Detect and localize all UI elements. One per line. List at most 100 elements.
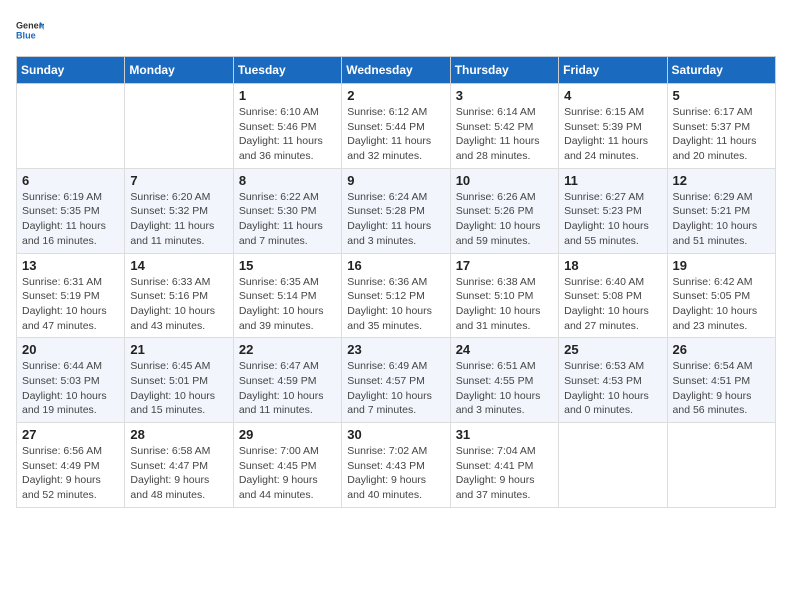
cell-detail: Sunrise: 6:14 AMSunset: 5:42 PMDaylight:… xyxy=(456,105,553,164)
cell-detail: Sunrise: 6:10 AMSunset: 5:46 PMDaylight:… xyxy=(239,105,336,164)
day-number: 12 xyxy=(673,173,770,188)
calendar-cell: 21 Sunrise: 6:45 AMSunset: 5:01 PMDayligh… xyxy=(125,338,233,423)
calendar-cell: 9 Sunrise: 6:24 AMSunset: 5:28 PMDaylight… xyxy=(342,168,450,253)
calendar-cell: 18Sunrise: 6:40 AMSunset: 5:08 PMDayligh… xyxy=(559,253,667,338)
calendar-week-row: 27 Sunrise: 6:56 AMSunset: 4:49 PMDayligh… xyxy=(17,423,776,508)
calendar-cell: 16Sunrise: 6:36 AMSunset: 5:12 PMDayligh… xyxy=(342,253,450,338)
day-number: 15 xyxy=(239,258,336,273)
calendar-week-row: 6Sunrise: 6:19 AMSunset: 5:35 PMDaylight… xyxy=(17,168,776,253)
calendar-cell: 30 Sunrise: 7:02 AMSunset: 4:43 PMDayligh… xyxy=(342,423,450,508)
calendar-cell: 2Sunrise: 6:12 AMSunset: 5:44 PMDaylight… xyxy=(342,84,450,169)
calendar-cell: 5 Sunrise: 6:17 AMSunset: 5:37 PMDaylight… xyxy=(667,84,775,169)
header-thursday: Thursday xyxy=(450,57,558,84)
cell-detail: Sunrise: 6:47 AMSunset: 4:59 PMDaylight:… xyxy=(239,359,336,418)
calendar-cell: 7Sunrise: 6:20 AMSunset: 5:32 PMDaylight… xyxy=(125,168,233,253)
cell-detail: Sunrise: 7:02 AMSunset: 4:43 PMDaylight:… xyxy=(347,444,444,503)
day-number: 17 xyxy=(456,258,553,273)
calendar-week-row: 1 Sunrise: 6:10 AMSunset: 5:46 PMDaylight… xyxy=(17,84,776,169)
calendar-cell: 11 Sunrise: 6:27 AMSunset: 5:23 PMDayligh… xyxy=(559,168,667,253)
calendar-cell: 10 Sunrise: 6:26 AMSunset: 5:26 PMDayligh… xyxy=(450,168,558,253)
day-number: 5 xyxy=(673,88,770,103)
day-number: 28 xyxy=(130,427,227,442)
day-number: 27 xyxy=(22,427,119,442)
cell-detail: Sunrise: 6:17 AMSunset: 5:37 PMDaylight:… xyxy=(673,105,770,164)
calendar-cell: 4 Sunrise: 6:15 AMSunset: 5:39 PMDaylight… xyxy=(559,84,667,169)
calendar-cell: 6Sunrise: 6:19 AMSunset: 5:35 PMDaylight… xyxy=(17,168,125,253)
cell-detail: Sunrise: 6:40 AMSunset: 5:08 PMDaylight:… xyxy=(564,275,661,334)
calendar-cell xyxy=(559,423,667,508)
cell-detail: Sunrise: 6:19 AMSunset: 5:35 PMDaylight:… xyxy=(22,190,119,249)
cell-detail: Sunrise: 7:00 AMSunset: 4:45 PMDaylight:… xyxy=(239,444,336,503)
calendar-cell: 15Sunrise: 6:35 AMSunset: 5:14 PMDayligh… xyxy=(233,253,341,338)
day-number: 3 xyxy=(456,88,553,103)
calendar-cell: 31 Sunrise: 7:04 AMSunset: 4:41 PMDayligh… xyxy=(450,423,558,508)
day-number: 30 xyxy=(347,427,444,442)
cell-detail: Sunrise: 6:24 AMSunset: 5:28 PMDaylight:… xyxy=(347,190,444,249)
calendar-cell xyxy=(125,84,233,169)
day-number: 20 xyxy=(22,342,119,357)
cell-detail: Sunrise: 6:38 AMSunset: 5:10 PMDaylight:… xyxy=(456,275,553,334)
calendar-week-row: 20 Sunrise: 6:44 AMSunset: 5:03 PMDayligh… xyxy=(17,338,776,423)
header-tuesday: Tuesday xyxy=(233,57,341,84)
cell-detail: Sunrise: 6:31 AMSunset: 5:19 PMDaylight:… xyxy=(22,275,119,334)
day-number: 9 xyxy=(347,173,444,188)
cell-detail: Sunrise: 6:49 AMSunset: 4:57 PMDaylight:… xyxy=(347,359,444,418)
cell-detail: Sunrise: 6:15 AMSunset: 5:39 PMDaylight:… xyxy=(564,105,661,164)
calendar-cell: 25 Sunrise: 6:53 AMSunset: 4:53 PMDayligh… xyxy=(559,338,667,423)
day-number: 2 xyxy=(347,88,444,103)
calendar-cell: 13Sunrise: 6:31 AMSunset: 5:19 PMDayligh… xyxy=(17,253,125,338)
calendar-cell: 14 Sunrise: 6:33 AMSunset: 5:16 PMDayligh… xyxy=(125,253,233,338)
day-number: 31 xyxy=(456,427,553,442)
day-number: 16 xyxy=(347,258,444,273)
day-number: 25 xyxy=(564,342,661,357)
cell-detail: Sunrise: 6:56 AMSunset: 4:49 PMDaylight:… xyxy=(22,444,119,503)
logo-icon: General Blue xyxy=(16,16,44,44)
calendar-week-row: 13Sunrise: 6:31 AMSunset: 5:19 PMDayligh… xyxy=(17,253,776,338)
day-number: 1 xyxy=(239,88,336,103)
calendar-cell: 1 Sunrise: 6:10 AMSunset: 5:46 PMDaylight… xyxy=(233,84,341,169)
calendar-cell: 28 Sunrise: 6:58 AMSunset: 4:47 PMDayligh… xyxy=(125,423,233,508)
calendar-cell: 24Sunrise: 6:51 AMSunset: 4:55 PMDayligh… xyxy=(450,338,558,423)
day-number: 29 xyxy=(239,427,336,442)
day-number: 14 xyxy=(130,258,227,273)
cell-detail: Sunrise: 6:33 AMSunset: 5:16 PMDaylight:… xyxy=(130,275,227,334)
calendar-cell: 23 Sunrise: 6:49 AMSunset: 4:57 PMDayligh… xyxy=(342,338,450,423)
calendar-cell: 8 Sunrise: 6:22 AMSunset: 5:30 PMDaylight… xyxy=(233,168,341,253)
calendar-cell: 3 Sunrise: 6:14 AMSunset: 5:42 PMDaylight… xyxy=(450,84,558,169)
day-number: 7 xyxy=(130,173,227,188)
calendar-cell: 20 Sunrise: 6:44 AMSunset: 5:03 PMDayligh… xyxy=(17,338,125,423)
header-wednesday: Wednesday xyxy=(342,57,450,84)
cell-detail: Sunrise: 6:26 AMSunset: 5:26 PMDaylight:… xyxy=(456,190,553,249)
calendar-cell: 17 Sunrise: 6:38 AMSunset: 5:10 PMDayligh… xyxy=(450,253,558,338)
header-saturday: Saturday xyxy=(667,57,775,84)
day-number: 23 xyxy=(347,342,444,357)
calendar-cell: 29 Sunrise: 7:00 AMSunset: 4:45 PMDayligh… xyxy=(233,423,341,508)
day-number: 21 xyxy=(130,342,227,357)
cell-detail: Sunrise: 6:27 AMSunset: 5:23 PMDaylight:… xyxy=(564,190,661,249)
calendar-cell xyxy=(667,423,775,508)
calendar-table: SundayMondayTuesdayWednesdayThursdayFrid… xyxy=(16,56,776,508)
calendar-cell: 22 Sunrise: 6:47 AMSunset: 4:59 PMDayligh… xyxy=(233,338,341,423)
calendar-cell: 12 Sunrise: 6:29 AMSunset: 5:21 PMDayligh… xyxy=(667,168,775,253)
cell-detail: Sunrise: 6:29 AMSunset: 5:21 PMDaylight:… xyxy=(673,190,770,249)
cell-detail: Sunrise: 6:22 AMSunset: 5:30 PMDaylight:… xyxy=(239,190,336,249)
cell-detail: Sunrise: 7:04 AMSunset: 4:41 PMDaylight:… xyxy=(456,444,553,503)
day-number: 10 xyxy=(456,173,553,188)
cell-detail: Sunrise: 6:53 AMSunset: 4:53 PMDaylight:… xyxy=(564,359,661,418)
calendar-header-row: SundayMondayTuesdayWednesdayThursdayFrid… xyxy=(17,57,776,84)
calendar-cell: 27 Sunrise: 6:56 AMSunset: 4:49 PMDayligh… xyxy=(17,423,125,508)
logo: General Blue xyxy=(16,16,44,44)
day-number: 4 xyxy=(564,88,661,103)
day-number: 11 xyxy=(564,173,661,188)
header-sunday: Sunday xyxy=(17,57,125,84)
cell-detail: Sunrise: 6:42 AMSunset: 5:05 PMDaylight:… xyxy=(673,275,770,334)
header-monday: Monday xyxy=(125,57,233,84)
day-number: 22 xyxy=(239,342,336,357)
cell-detail: Sunrise: 6:58 AMSunset: 4:47 PMDaylight:… xyxy=(130,444,227,503)
page-header: General Blue xyxy=(16,16,776,44)
cell-detail: Sunrise: 6:44 AMSunset: 5:03 PMDaylight:… xyxy=(22,359,119,418)
calendar-cell xyxy=(17,84,125,169)
day-number: 8 xyxy=(239,173,336,188)
cell-detail: Sunrise: 6:54 AMSunset: 4:51 PMDaylight:… xyxy=(673,359,770,418)
cell-detail: Sunrise: 6:45 AMSunset: 5:01 PMDaylight:… xyxy=(130,359,227,418)
